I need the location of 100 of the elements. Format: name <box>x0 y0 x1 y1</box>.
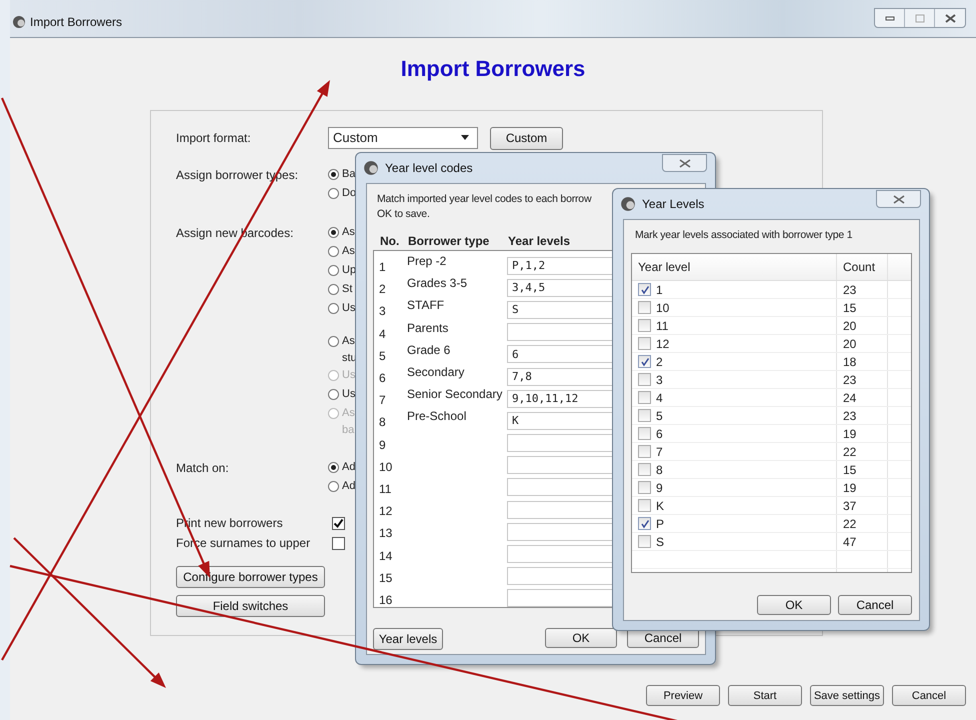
app-icon <box>363 160 379 176</box>
table-cell: Senior Secondary <box>407 387 502 402</box>
row-number: 15 <box>378 570 394 585</box>
table-cell: 37 <box>843 498 856 512</box>
row-number: 16 <box>378 592 394 607</box>
radio-button[interactable]: As <box>328 243 357 262</box>
row-number: 7 <box>378 393 387 408</box>
radio-button[interactable]: Ad <box>328 478 356 497</box>
format-dropdown[interactable]: Custom <box>328 126 478 148</box>
checkbox[interactable] <box>638 445 651 458</box>
table-cell: 19 <box>843 426 856 440</box>
footer-button[interactable]: Start <box>728 685 802 706</box>
ok-button[interactable]: OK <box>757 595 831 615</box>
radio-button[interactable]: Ba <box>328 166 356 185</box>
checkbox[interactable] <box>638 481 651 494</box>
checkbox[interactable] <box>638 283 651 296</box>
radio-button[interactable]: Us <box>328 386 357 405</box>
dialog-title: Year Levels <box>642 197 704 211</box>
checkbox[interactable] <box>638 355 651 368</box>
row-number: 8 <box>378 415 387 430</box>
dialog-title: Year level codes <box>385 161 473 175</box>
footer-button[interactable]: Save settings <box>810 685 884 706</box>
row-number: 3 <box>378 304 387 318</box>
column-header: Count <box>843 260 876 274</box>
cancel-button[interactable]: Cancel <box>838 595 912 615</box>
row-number: 6 <box>378 371 387 386</box>
action-button[interactable]: Field switches <box>176 595 325 617</box>
row-number: 12 <box>378 504 394 518</box>
checkbox[interactable] <box>638 427 651 440</box>
column-header: Borrower type <box>408 234 490 250</box>
radio-button[interactable]: As <box>328 224 357 243</box>
table-cell: Parents <box>407 320 448 335</box>
checkbox[interactable] <box>638 535 651 548</box>
checkbox[interactable] <box>638 337 651 350</box>
table-cell: Grade 6 <box>407 342 450 357</box>
table-cell: Grades 3-5 <box>407 276 468 290</box>
table-cell: S <box>656 534 664 548</box>
radio-button[interactable]: St <box>328 281 357 300</box>
table-cell: 20 <box>843 336 856 350</box>
table-cell: 22 <box>843 516 856 530</box>
checkbox[interactable] <box>638 463 651 476</box>
close-button[interactable] <box>662 154 707 172</box>
checkbox[interactable] <box>638 319 651 332</box>
table-cell: 24 <box>843 390 856 404</box>
table-cell: Prep -2 <box>407 254 446 268</box>
table-cell: 7 <box>656 444 663 458</box>
row-number: 14 <box>378 548 394 563</box>
row-number: 2 <box>378 282 387 296</box>
close-icon <box>678 158 690 168</box>
table-cell: 23 <box>843 282 856 296</box>
checkbox[interactable] <box>638 373 651 386</box>
table-cell: 22 <box>843 444 856 458</box>
footer-button[interactable]: Preview <box>646 685 720 706</box>
row-number: 1 <box>378 260 387 274</box>
table-cell: Secondary <box>407 364 464 379</box>
checkbox[interactable] <box>332 516 345 530</box>
window-title: Import Borrowers <box>30 15 122 29</box>
table-cell: 10 <box>656 300 670 314</box>
checkbox[interactable] <box>638 517 651 530</box>
row-number: 4 <box>378 326 387 341</box>
instructions-text: Mark year levels associated with borrower type 1 <box>635 228 852 243</box>
checkbox[interactable] <box>638 391 651 404</box>
close-button[interactable] <box>876 190 921 208</box>
checkbox[interactable] <box>638 301 651 314</box>
table-cell: K <box>656 498 664 512</box>
column-header: Year levels <box>508 234 570 250</box>
column-header: Year level <box>638 260 690 274</box>
ok-button[interactable]: OK <box>545 628 617 648</box>
checkbox[interactable] <box>638 409 651 422</box>
year-levels-button[interactable]: Year levels <box>373 628 443 650</box>
field-label: Match on: <box>176 460 230 477</box>
caret-icon <box>461 135 469 140</box>
table-cell: 15 <box>843 300 856 314</box>
row-number: 5 <box>378 348 387 363</box>
row-number: 9 <box>378 438 387 452</box>
table-cell: 3 <box>656 372 663 386</box>
table-cell: 4 <box>656 390 663 404</box>
action-button[interactable]: Configure borrower types <box>176 566 325 588</box>
footer-button[interactable]: Cancel <box>892 685 966 706</box>
maximize-icon <box>914 14 924 22</box>
custom-button[interactable]: Custom <box>490 126 563 150</box>
table-cell: 5 <box>656 408 663 422</box>
row-number: 13 <box>378 526 394 540</box>
close-icon <box>944 14 956 22</box>
row-number: 11 <box>378 482 392 496</box>
field-label: Import format: <box>176 130 252 146</box>
radio-button[interactable]: Us <box>328 300 357 319</box>
checkbox[interactable] <box>332 536 345 550</box>
row-number: 10 <box>378 460 394 474</box>
app-icon <box>620 196 636 212</box>
table-cell: 47 <box>843 534 856 548</box>
checkbox[interactable] <box>638 499 651 512</box>
table-cell: 23 <box>843 408 856 422</box>
table-cell: 19 <box>843 480 856 494</box>
table-cell: 9 <box>656 480 663 494</box>
radio-button[interactable]: Ad <box>328 459 356 478</box>
table-cell: 23 <box>843 372 856 386</box>
table-cell: 15 <box>843 462 856 476</box>
table-cell: 1 <box>656 282 663 296</box>
table-cell: P <box>656 516 664 530</box>
